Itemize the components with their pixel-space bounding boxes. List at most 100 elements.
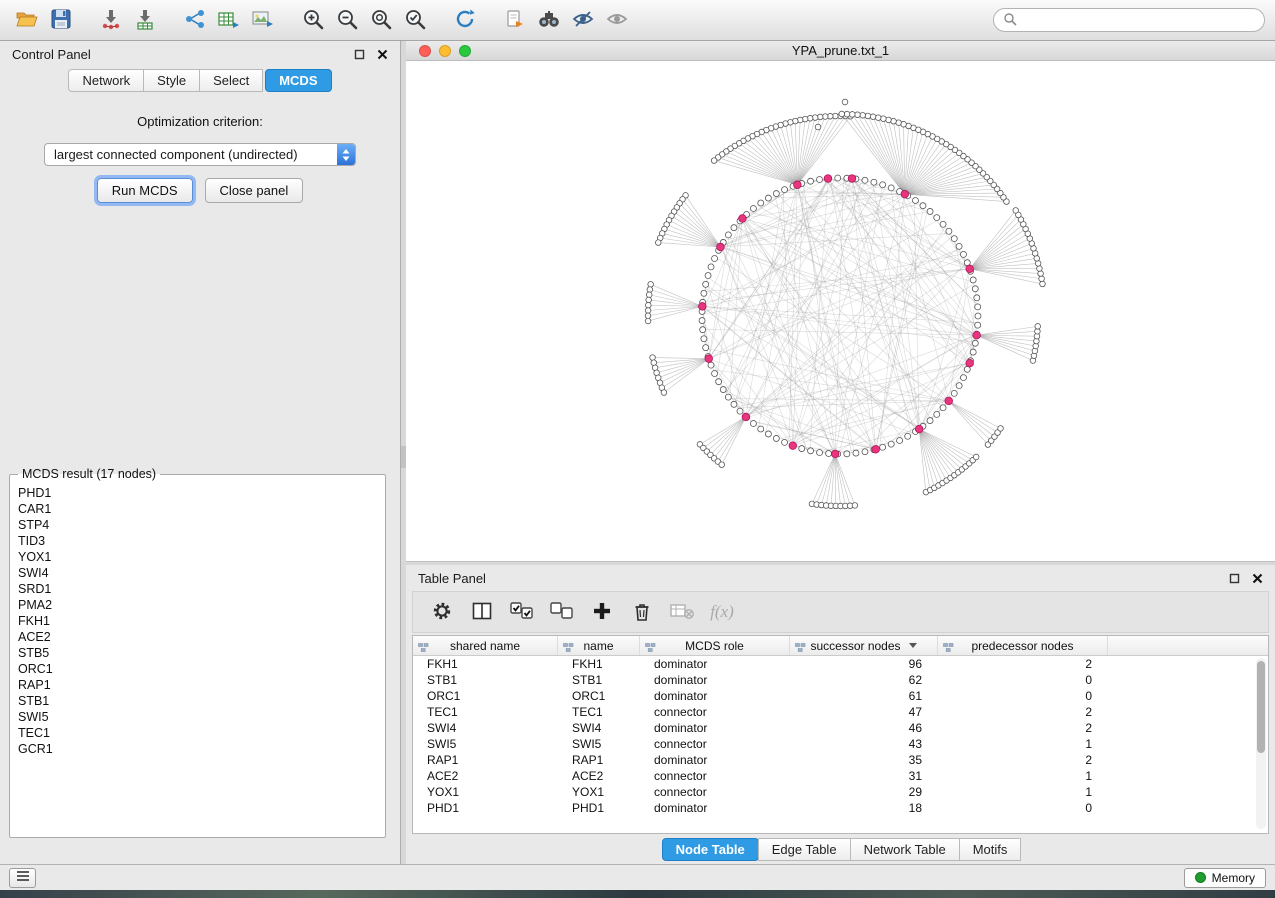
mcds-result-node[interactable]: RAP1 — [18, 677, 383, 693]
tab-style[interactable]: Style — [143, 69, 200, 92]
clone-network-button[interactable] — [498, 4, 532, 36]
column-header-name[interactable]: name — [558, 636, 640, 655]
graph-dominator-node — [966, 359, 974, 367]
search-box — [993, 8, 1265, 32]
mcds-result-node[interactable]: PHD1 — [18, 485, 383, 501]
mcds-result-node[interactable]: SWI4 — [18, 565, 383, 581]
optimization-select[interactable]: largest connected component (undirected) — [44, 143, 356, 166]
cell-filler — [1108, 800, 1268, 816]
close-panel-button[interactable]: Close panel — [205, 178, 304, 203]
mcds-result-node[interactable]: GCR1 — [18, 741, 383, 757]
cell-name: RAP1 — [558, 752, 640, 768]
graph-node — [975, 322, 981, 328]
find-button[interactable] — [532, 4, 566, 36]
table-row[interactable]: ACE2 ACE2 connector 31 1 — [413, 768, 1268, 784]
mcds-result-node[interactable]: YOX1 — [18, 549, 383, 565]
table-row[interactable]: RAP1 RAP1 dominator 35 2 — [413, 752, 1268, 768]
column-header-predecessor-nodes[interactable]: predecessor nodes — [938, 636, 1108, 655]
mcds-result-node[interactable]: FKH1 — [18, 613, 383, 629]
table-panel-titlebar: Table Panel — [406, 565, 1275, 591]
close-panel-icon[interactable] — [377, 49, 388, 60]
close-table-panel-icon[interactable] — [1252, 573, 1263, 584]
graph-edge — [835, 454, 855, 505]
mcds-result-node[interactable]: STB1 — [18, 693, 383, 709]
column-header-successor-nodes[interactable]: successor nodes — [790, 636, 938, 655]
cell-successor-nodes: 18 — [790, 800, 938, 816]
graph-edge — [686, 195, 721, 247]
add-column-button[interactable] — [587, 597, 617, 627]
tab-mcds[interactable]: MCDS — [265, 69, 331, 92]
import-network-file-button[interactable] — [94, 4, 128, 36]
delete-table-button[interactable] — [667, 597, 697, 627]
hide-selected-button[interactable] — [566, 4, 600, 36]
network-graph[interactable] — [406, 61, 1275, 560]
function-builder-button[interactable]: f(x) — [707, 597, 737, 627]
show-columns-button[interactable] — [467, 597, 497, 627]
show-all-button[interactable] — [600, 4, 634, 36]
graph-node — [737, 408, 743, 414]
tab-network[interactable]: Network — [68, 69, 144, 92]
table-settings-button[interactable] — [427, 597, 457, 627]
table-row[interactable]: STB1 STB1 dominator 62 0 — [413, 672, 1268, 688]
tab-node-table[interactable]: Node Table — [662, 838, 759, 861]
search-input[interactable] — [1023, 13, 1255, 28]
zoom-out-button[interactable] — [330, 4, 364, 36]
mcds-result-node[interactable]: STP4 — [18, 517, 383, 533]
column-header-mcds-role[interactable]: MCDS role — [640, 636, 790, 655]
zoom-fit-button[interactable] — [364, 4, 398, 36]
cell-successor-nodes: 43 — [790, 736, 938, 752]
table-row[interactable]: ORC1 ORC1 dominator 61 0 — [413, 688, 1268, 704]
open-session-button[interactable] — [10, 4, 44, 36]
tab-motifs[interactable]: Motifs — [959, 838, 1022, 861]
refresh-view-button[interactable] — [448, 4, 482, 36]
mcds-result-node[interactable]: TID3 — [18, 533, 383, 549]
table-row[interactable]: TEC1 TEC1 connector 47 2 — [413, 704, 1268, 720]
cell-predecessor-nodes: 2 — [938, 752, 1108, 768]
mcds-result-node[interactable]: TEC1 — [18, 725, 383, 741]
memory-button[interactable]: Memory — [1184, 868, 1266, 888]
table-row[interactable]: YOX1 YOX1 connector 29 1 — [413, 784, 1268, 800]
export-image-button[interactable] — [246, 4, 280, 36]
delete-column-button[interactable] — [627, 597, 657, 627]
cell-successor-nodes: 31 — [790, 768, 938, 784]
graph-node — [862, 177, 868, 183]
mcds-result-node[interactable]: SWI5 — [18, 709, 383, 725]
graph-node — [970, 277, 976, 283]
run-mcds-button[interactable]: Run MCDS — [97, 178, 193, 203]
tab-select[interactable]: Select — [199, 69, 263, 92]
scrollbar-thumb[interactable] — [1257, 661, 1265, 753]
graph-edge — [828, 179, 974, 349]
zoom-in-button[interactable] — [296, 4, 330, 36]
new-network-from-table-button[interactable] — [212, 4, 246, 36]
tab-network-table[interactable]: Network Table — [850, 838, 960, 861]
sort-chevron-icon[interactable] — [909, 643, 917, 648]
node-table: shared name name MCDS role successor nod… — [412, 635, 1269, 834]
deselect-all-button[interactable] — [547, 597, 577, 627]
mcds-result-node[interactable]: STB5 — [18, 645, 383, 661]
graph-edge — [744, 363, 969, 415]
mcds-result-node[interactable]: SRD1 — [18, 581, 383, 597]
import-table-file-button[interactable] — [128, 4, 162, 36]
mcds-result-node[interactable]: CAR1 — [18, 501, 383, 517]
table-row[interactable]: SWI5 SWI5 connector 43 1 — [413, 736, 1268, 752]
float-panel-icon[interactable] — [354, 49, 365, 60]
graph-node — [716, 379, 722, 385]
table-row[interactable]: SWI4 SWI4 dominator 46 2 — [413, 720, 1268, 736]
mcds-result-node[interactable]: ORC1 — [18, 661, 383, 677]
table-scrollbar[interactable] — [1256, 658, 1266, 829]
float-table-panel-icon[interactable] — [1229, 573, 1240, 584]
column-header-shared-name[interactable]: shared name — [413, 636, 558, 655]
table-row[interactable]: PHD1 PHD1 dominator 18 0 — [413, 800, 1268, 816]
zoom-selected-button[interactable] — [398, 4, 432, 36]
import-network-button[interactable] — [178, 4, 212, 36]
open-folder-icon — [15, 8, 39, 33]
task-history-button[interactable] — [9, 868, 36, 888]
mcds-result-node[interactable]: ACE2 — [18, 629, 383, 645]
select-all-button[interactable] — [507, 597, 537, 627]
save-session-button[interactable] — [44, 4, 78, 36]
table-row[interactable]: FKH1 FKH1 dominator 96 2 — [413, 656, 1268, 672]
mcds-result-node[interactable]: PMA2 — [18, 597, 383, 613]
network-window-titlebar[interactable]: YPA_prune.txt_1 — [406, 41, 1275, 61]
graph-node — [1039, 276, 1045, 282]
tab-edge-table[interactable]: Edge Table — [758, 838, 851, 861]
